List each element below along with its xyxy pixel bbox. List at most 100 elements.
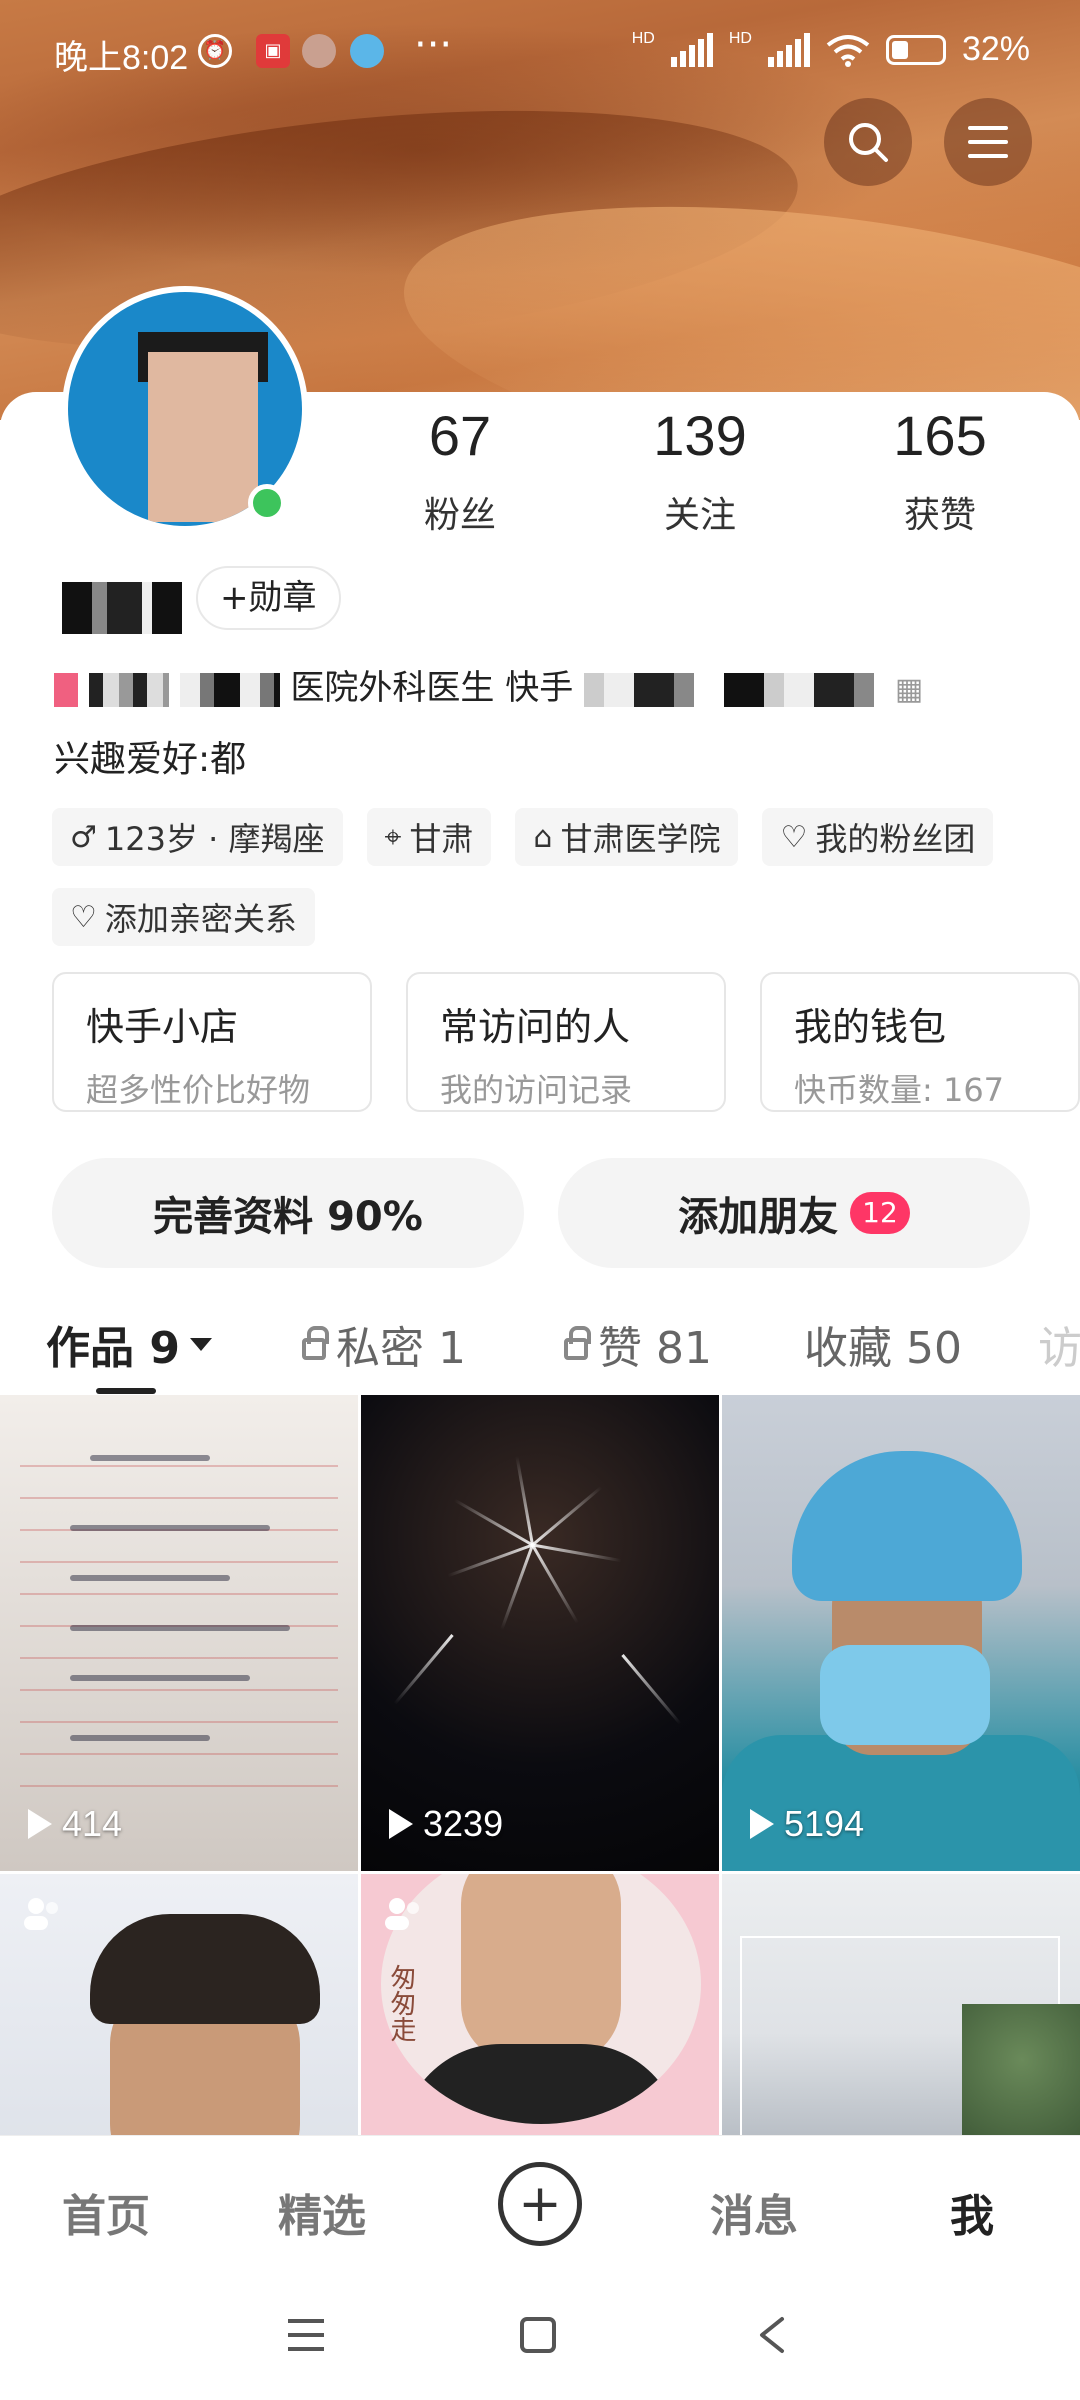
bio-text: 医院外科医生 快手 (290, 668, 574, 708)
add-badge-button[interactable]: +勋章 (196, 566, 341, 630)
card-subtitle: 我的访问记录 (440, 1071, 633, 1109)
play-icon (750, 1809, 774, 1839)
school-icon: ⌂ (533, 819, 553, 855)
handwriting (70, 1575, 230, 1581)
tag-add-relationship[interactable]: ♡ 添加亲密关系 (52, 888, 315, 946)
wifi-icon (826, 34, 870, 67)
hobby-text: 兴趣爱好:都 (54, 739, 247, 780)
tab-visitors[interactable]: 访 (1038, 1312, 1080, 1376)
home-icon[interactable] (518, 2315, 558, 2355)
network-type-label: HD (728, 30, 752, 47)
nav-me[interactable]: 我 (950, 2180, 994, 2244)
card-title: 我的钱包 (794, 1005, 947, 1049)
surgical-cap (792, 1451, 1022, 1601)
battery-icon (885, 34, 946, 65)
redacted-block (88, 672, 169, 707)
nav-messages[interactable]: 消息 (710, 2180, 798, 2244)
visitors-card[interactable]: 常访问的人 我的访问记录 (406, 972, 726, 1112)
shop-card[interactable]: 快手小店 超多性价比好物 (52, 972, 372, 1112)
video-grid: 414 3239 5194 匆匆走 (0, 1395, 1080, 2135)
heart-icon: ♡ (780, 819, 808, 855)
firework-spark (500, 1544, 534, 1631)
tag-label: 添加亲密关系 (104, 900, 297, 938)
stat-value: 67 (428, 404, 492, 467)
tag-school[interactable]: ⌂ 甘肃医学院 (515, 808, 739, 866)
add-friend-button[interactable]: 添加朋友 12 (558, 1158, 1030, 1268)
alarm-icon: ⏰ (198, 34, 232, 68)
wallet-card[interactable]: 我的钱包 快币数量: 167 (760, 972, 1080, 1112)
tab-label: 赞 81 (598, 1323, 712, 1374)
handwriting (70, 1735, 210, 1741)
male-icon: ♂ (70, 819, 97, 855)
signal-icon (767, 32, 810, 67)
trees (962, 2004, 1080, 2135)
recent-apps-icon[interactable] (284, 2315, 328, 2355)
button-label: 添加朋友 (678, 1194, 839, 1240)
play-count: 414 (28, 1803, 122, 1845)
video-thumbnail[interactable]: 414 (0, 1395, 358, 1871)
qr-code-icon[interactable]: ▦ (895, 672, 923, 707)
play-icon (28, 1809, 52, 1839)
tag-label: 我的粉丝团 (815, 820, 976, 858)
stat-value: 139 (653, 404, 747, 467)
tag-label: 甘肃医学院 (560, 820, 721, 858)
redacted-block (584, 672, 885, 707)
hamburger-icon (968, 126, 1008, 158)
friend-request-count-badge: 12 (850, 1192, 910, 1234)
bio-line[interactable]: 医院外科医生 快手 ▦ (54, 660, 923, 709)
plus-icon: + (518, 2174, 562, 2234)
card-subtitle: 超多性价比好物 (86, 1071, 311, 1109)
notebook-lines (20, 1435, 338, 1811)
more-notifications-icon: ··· (414, 22, 453, 68)
person-face (461, 1874, 621, 2064)
video-thumbnail[interactable] (0, 1874, 358, 2135)
handwriting (70, 1675, 250, 1681)
stat-followers[interactable]: 67 粉丝 (340, 408, 580, 538)
handwriting (90, 1455, 210, 1461)
app-notification-icon (302, 34, 336, 68)
tab-label: 收藏 50 (804, 1323, 962, 1374)
tab-private[interactable]: 私密 1 (302, 1312, 466, 1376)
complete-profile-button[interactable]: 完善资料 90% (52, 1158, 524, 1268)
video-thumbnail[interactable]: 匆匆走 (361, 1874, 719, 2135)
person-shirt (401, 2044, 681, 2124)
firework-spark (532, 1543, 622, 1563)
lock-icon (302, 1326, 329, 1360)
tag-location[interactable]: ⌖ 甘肃 (366, 808, 492, 866)
back-icon[interactable] (754, 2315, 790, 2355)
firework-spark (453, 1498, 534, 1547)
redacted-block (54, 672, 78, 707)
video-thumbnail[interactable]: 5194 (722, 1395, 1080, 1871)
tab-favorites[interactable]: 收藏 50 (804, 1312, 962, 1376)
content-tabs: 作品 9 私密 1 赞 81 收藏 50 访 (0, 1300, 1080, 1400)
tag-age[interactable]: ♂ 123岁 · 摩羯座 (52, 808, 343, 866)
firework-spark (393, 1634, 454, 1705)
nav-featured[interactable]: 精选 (278, 2180, 366, 2244)
stat-label: 获赞 (903, 495, 976, 536)
tag-fan-group[interactable]: ♡ 我的粉丝团 (762, 808, 994, 866)
create-button[interactable]: + (498, 2162, 582, 2246)
stat-label: 粉丝 (423, 495, 496, 536)
tag-label: 甘肃 (409, 820, 474, 858)
stat-likes[interactable]: 165 获赞 (820, 408, 1060, 538)
play-icon (389, 1809, 413, 1839)
nav-home[interactable]: 首页 (62, 2180, 150, 2244)
video-thumbnail[interactable] (722, 1874, 1080, 2135)
handwriting (70, 1525, 270, 1531)
surgical-mask (820, 1645, 990, 1745)
firework-spark (515, 1456, 534, 1546)
tag-label: 123岁 · 摩羯座 (104, 820, 325, 858)
tab-label: 作品 9 (46, 1323, 180, 1374)
tab-liked[interactable]: 赞 81 (564, 1312, 712, 1376)
video-thumbnail[interactable]: 3239 (361, 1395, 719, 1871)
menu-button[interactable] (944, 98, 1032, 186)
bottom-navigation: 首页 精选 + 消息 我 (0, 2135, 1080, 2275)
quick-cards: 快手小店 超多性价比好物 常访问的人 我的访问记录 我的钱包 快币数量: 167 (52, 972, 1080, 1112)
card-title: 常访问的人 (440, 1005, 631, 1049)
portrait-circle (381, 1874, 701, 2124)
tab-works[interactable]: 作品 9 (46, 1312, 212, 1376)
search-button[interactable] (824, 98, 912, 186)
play-count: 5194 (750, 1803, 864, 1845)
stat-following[interactable]: 139 关注 (580, 408, 820, 538)
stat-value: 165 (893, 404, 987, 467)
